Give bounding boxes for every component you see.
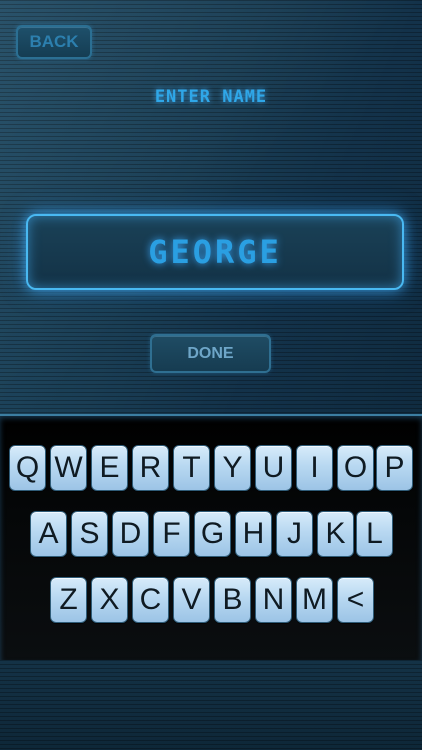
key-v[interactable]: V	[173, 577, 210, 623]
key-i[interactable]: I	[296, 445, 333, 491]
bottom-panel	[0, 660, 422, 750]
key-x[interactable]: X	[91, 577, 128, 623]
on-screen-keyboard: Q W E R T Y U I O P A S D F G H J K L Z …	[0, 414, 422, 662]
name-input-field[interactable]: GEORGE	[26, 214, 404, 290]
key-q[interactable]: Q	[9, 445, 46, 491]
key-c[interactable]: C	[132, 577, 169, 623]
key-s[interactable]: S	[71, 511, 108, 557]
key-f[interactable]: F	[153, 511, 190, 557]
key-h[interactable]: H	[235, 511, 272, 557]
key-d[interactable]: D	[112, 511, 149, 557]
key-e[interactable]: E	[91, 445, 128, 491]
key-u[interactable]: U	[255, 445, 292, 491]
done-button[interactable]: DONE	[150, 334, 271, 373]
key-t[interactable]: T	[173, 445, 210, 491]
key-o[interactable]: O	[337, 445, 374, 491]
key-r[interactable]: R	[132, 445, 169, 491]
key-y[interactable]: Y	[214, 445, 251, 491]
enter-name-screen: BACK ENTER NAME GEORGE DONE Q W E R T Y …	[0, 0, 422, 750]
key-l[interactable]: L	[356, 511, 393, 557]
key-k[interactable]: K	[317, 511, 354, 557]
key-b[interactable]: B	[214, 577, 251, 623]
name-input-value: GEORGE	[148, 233, 282, 271]
key-g[interactable]: G	[194, 511, 231, 557]
key-j[interactable]: J	[276, 511, 313, 557]
back-button[interactable]: BACK	[16, 25, 92, 59]
key-n[interactable]: N	[255, 577, 292, 623]
backspace-key[interactable]: <	[337, 577, 374, 623]
key-a[interactable]: A	[30, 511, 67, 557]
enter-name-prompt: ENTER NAME	[154, 87, 268, 107]
key-p[interactable]: P	[376, 445, 413, 491]
key-z[interactable]: Z	[50, 577, 87, 623]
key-w[interactable]: W	[50, 445, 87, 491]
key-m[interactable]: M	[296, 577, 333, 623]
